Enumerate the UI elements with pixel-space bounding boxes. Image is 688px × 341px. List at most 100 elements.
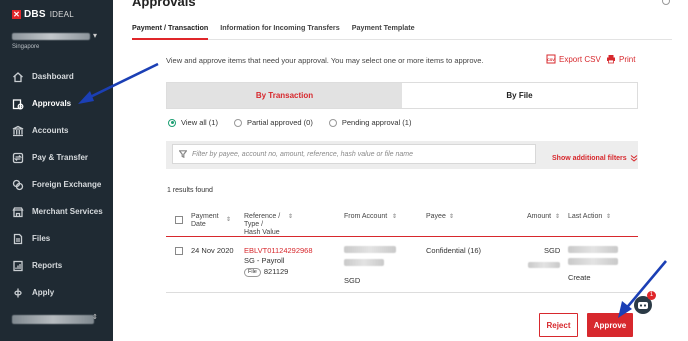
reject-button[interactable]: Reject [539,313,578,337]
sidebar: ✕ DBS IDEAL ▾ Singapore Dashboard Approva… [0,0,113,341]
help-icon[interactable] [662,0,670,5]
results-count: 1 results found [167,187,213,194]
sidebar-item-label: Accounts [32,126,69,135]
sidebar-item-pay-transfer[interactable]: Pay & Transfer [0,144,113,171]
dbs-logo-mark: ✕ [12,10,21,19]
sidebar-item-approvals[interactable]: Approvals [0,90,113,117]
transfer-icon [12,152,24,164]
approvals-icon [12,98,24,110]
filter-placeholder: Filter by payee, account no, amount, ref… [192,150,414,158]
svg-text:CSV: CSV [547,58,555,62]
sidebar-item-label: Reports [32,261,63,270]
printer-icon [607,55,615,64]
th-last-action[interactable]: Last Action [568,213,602,221]
transaction-type: SG - Payroll [244,256,285,265]
filter-bar: Filter by payee, account no, amount, ref… [166,141,638,169]
radio-selected-icon [168,118,176,127]
sidebar-item-apply[interactable]: Apply [0,279,113,306]
intro-text: View and approve items that need your ap… [166,56,484,65]
by-transaction-button[interactable]: By Transaction [167,83,402,108]
chatbot-notification-badge: 1 [647,291,656,300]
payment-date: 24 Nov 2020 [191,246,234,255]
sort-icon[interactable]: ⇕ [392,213,397,221]
sidebar-item-files[interactable]: Files [0,225,113,252]
file-tag: File [244,267,261,277]
radio-view-all[interactable]: View all (1) [168,118,218,127]
tab-payment-transaction[interactable]: Payment / Transaction [132,18,209,40]
status-filter-radios: View all (1) Partial approved (0) Pendin… [168,118,427,127]
sidebar-item-label: Files [32,234,51,243]
last-action-date-blurred [568,258,618,265]
radio-label: Pending approval (1) [341,118,412,127]
sort-icon[interactable]: ⇕ [226,216,231,224]
chevron-down-icon[interactable]: ▾ [93,31,97,40]
th-from-account[interactable]: From Account [344,213,387,221]
sidebar-nav: Dashboard Approvals Accounts Pay & Trans… [0,63,113,306]
from-account-number-blurred [344,259,384,266]
amount-value-blurred [528,262,560,268]
sort-icon[interactable]: ⇕ [449,213,454,221]
last-action-user-blurred [568,246,618,253]
sidebar-item-accounts[interactable]: Accounts [0,117,113,144]
chevron-updown-icon[interactable]: ⇕ [92,313,98,321]
radio-label: View all (1) [181,118,218,127]
tab-incoming-transfers[interactable]: Information for Incoming Transfers [220,18,339,39]
table-row[interactable]: 24 Nov 2020 EBLVT01124292968 SG - Payrol… [166,238,638,293]
select-all-checkbox[interactable] [175,216,183,224]
sidebar-item-foreign-exchange[interactable]: Foreign Exchange [0,171,113,198]
user-profile-blurred[interactable] [12,315,94,324]
radio-empty-icon [233,118,242,127]
payee: Confidential (16) [426,246,482,255]
apply-icon [12,287,24,299]
sort-icon[interactable]: ⇕ [288,213,293,221]
double-chevron-down-icon [630,155,638,162]
filter-search-input[interactable]: Filter by payee, account no, amount, ref… [172,144,536,164]
files-icon [12,233,24,245]
merchant-icon [12,206,24,218]
sort-icon[interactable]: ⇕ [606,213,611,221]
sidebar-item-label: Apply [32,288,55,297]
reports-icon [12,260,24,272]
home-icon [12,71,24,83]
sidebar-item-label: Dashboard [32,72,74,81]
sidebar-item-label: Approvals [32,99,72,108]
th-reference[interactable]: Reference / Type / Hash Value [244,213,280,237]
account-region: Singapore [12,44,40,50]
tab-payment-template[interactable]: Payment Template [352,18,415,39]
print-label: Print [619,54,636,64]
hash-value-text: 821129 [263,267,289,276]
export-csv-label: Export CSV [559,54,601,64]
account-name-blurred[interactable] [12,33,90,40]
radio-pending-approval[interactable]: Pending approval (1) [328,118,412,127]
th-amount[interactable]: Amount [527,213,551,221]
view-mode-toggle: By Transaction By File [166,82,638,109]
page-title: Approvals [132,0,196,9]
sidebar-item-label: Foreign Exchange [32,180,102,189]
radio-label: Partial approved (0) [246,118,313,127]
show-filters-label: Show additional filters [552,154,627,162]
row-checkbox[interactable] [175,247,183,255]
from-account-currency: SGD [344,276,361,285]
sidebar-item-label: Merchant Services [32,207,103,216]
csv-file-icon: CSV [546,54,556,64]
th-payee[interactable]: Payee [426,213,446,221]
sidebar-item-reports[interactable]: Reports [0,252,113,279]
show-additional-filters-link[interactable]: Show additional filters [552,154,638,162]
filter-funnel-icon [179,150,187,158]
th-payment-date[interactable]: Payment Date [191,213,219,229]
main-content: Approvals Payment / Transaction Informat… [113,0,688,341]
export-csv-button[interactable]: CSV Export CSV [546,54,601,64]
sidebar-item-dashboard[interactable]: Dashboard [0,63,113,90]
approve-button[interactable]: Approve [587,313,633,337]
brand-name: DBS IDEAL [24,9,74,20]
radio-partial-approved[interactable]: Partial approved (0) [233,118,313,127]
print-button[interactable]: Print [606,54,635,64]
dbs-logo[interactable]: ✕ DBS IDEAL [12,9,74,20]
by-file-button[interactable]: By File [402,83,637,108]
sort-icon[interactable]: ⇕ [555,213,560,221]
sidebar-item-merchant-services[interactable]: Merchant Services [0,198,113,225]
hash-value: File 821129 [244,267,288,277]
last-action: Create [568,273,591,282]
table-header: Payment Date ⇕ Reference / Type / Hash V… [166,207,638,237]
reference-link[interactable]: EBLVT01124292968 [244,246,313,255]
